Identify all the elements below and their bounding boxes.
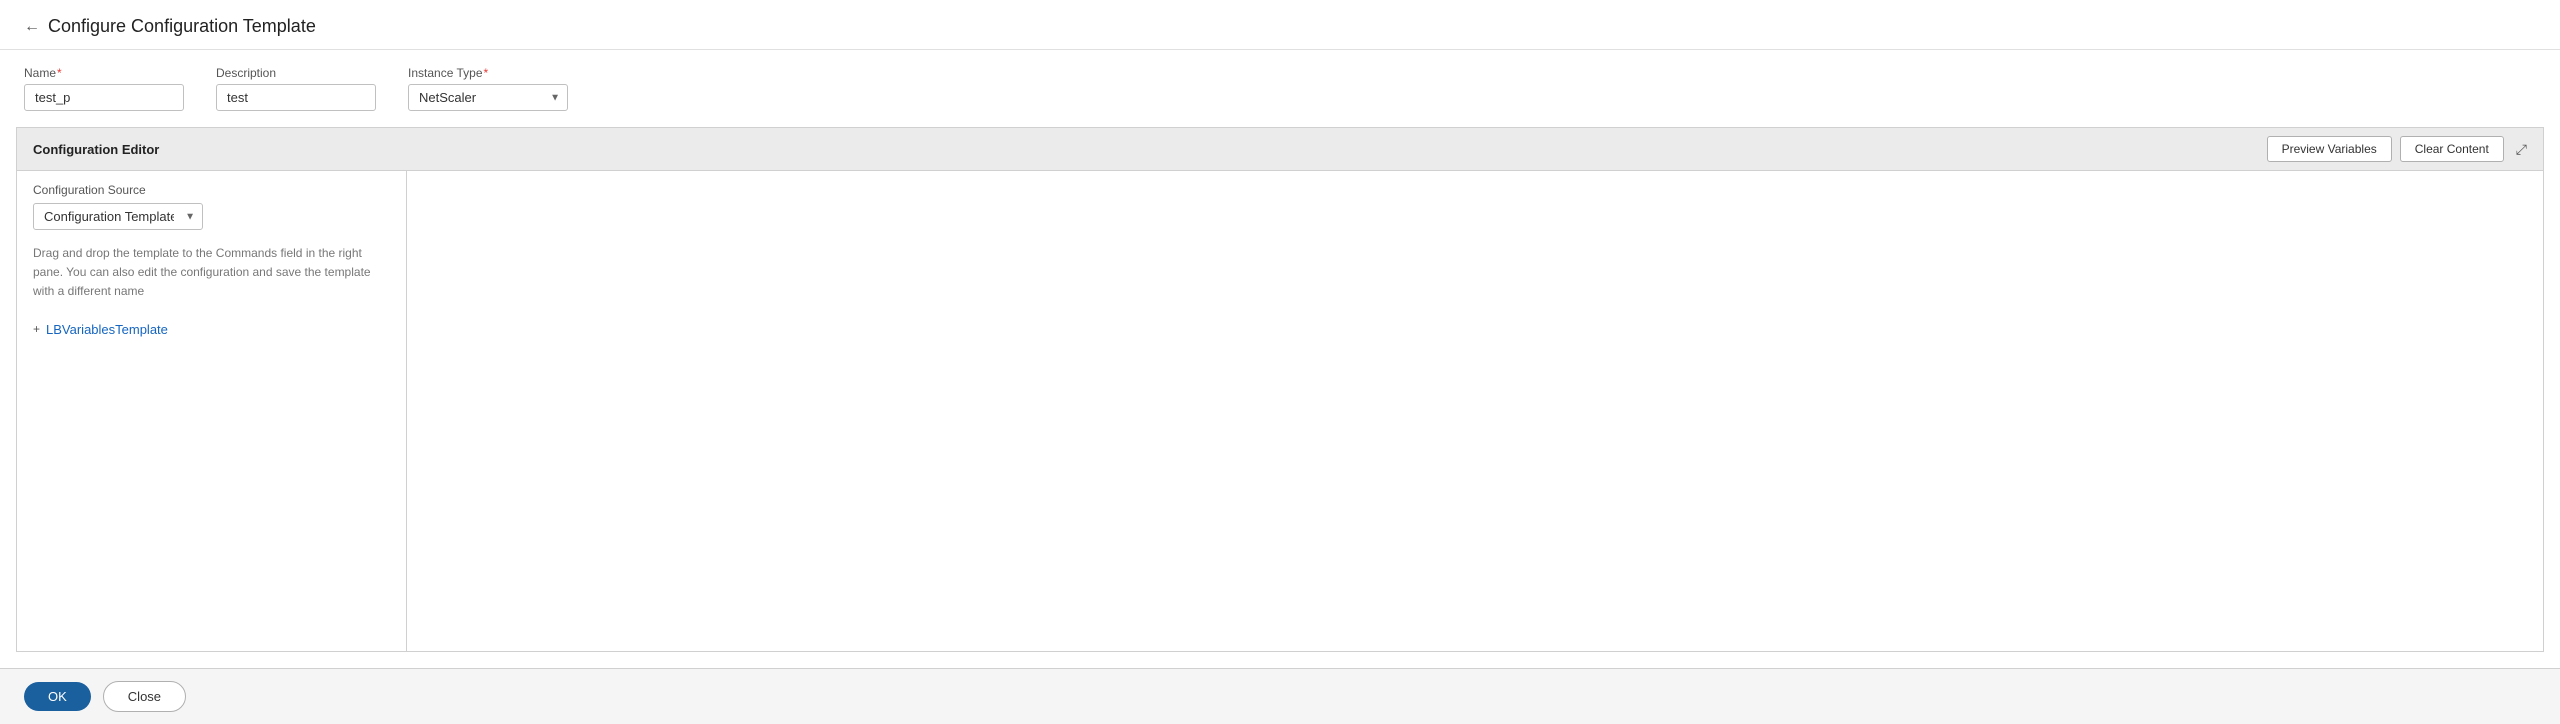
name-input[interactable] (24, 84, 184, 111)
back-arrow-icon[interactable]: ← (24, 18, 40, 36)
name-label: Name* (24, 66, 184, 80)
config-editor-header: Configuration Editor Preview Variables C… (17, 128, 2543, 171)
right-pane (407, 171, 2543, 651)
lb-variables-template-link[interactable]: LBVariablesTemplate (46, 322, 168, 337)
page-container: ← Configure Configuration Template Name*… (0, 0, 2560, 724)
description-label: Description (216, 66, 376, 80)
drag-hint-text: Drag and drop the template to the Comman… (33, 244, 390, 302)
template-plus-icon: + (33, 322, 40, 336)
form-area: Name* Description Instance Type* NetScal… (0, 50, 2560, 127)
config-source-select-wrapper: Configuration Template File ▼ (33, 203, 203, 230)
ok-button[interactable]: OK (24, 682, 91, 711)
editor-wrapper: Configuration Editor Preview Variables C… (0, 127, 2560, 668)
config-editor-title: Configuration Editor (33, 142, 159, 157)
clear-content-button[interactable]: Clear Content (2400, 136, 2504, 162)
expand-icon[interactable]: ⤢ (2516, 141, 2527, 158)
description-input[interactable] (216, 84, 376, 111)
page-title: Configure Configuration Template (48, 16, 316, 37)
name-field-group: Name* (24, 66, 184, 111)
preview-variables-button[interactable]: Preview Variables (2267, 136, 2392, 162)
page-footer: OK Close (0, 668, 2560, 724)
instance-type-field-group: Instance Type* NetScaler Other ▼ (408, 66, 568, 111)
instance-type-label: Instance Type* (408, 66, 568, 80)
close-button[interactable]: Close (103, 681, 186, 712)
config-source-label: Configuration Source (33, 183, 390, 197)
instance-type-select-wrapper: NetScaler Other ▼ (408, 84, 568, 111)
config-editor-body: Configuration Source Configuration Templ… (17, 171, 2543, 651)
template-item: + LBVariablesTemplate (33, 322, 390, 337)
left-pane: Configuration Source Configuration Templ… (17, 171, 407, 651)
description-field-group: Description (216, 66, 376, 111)
config-source-select[interactable]: Configuration Template File (33, 203, 203, 230)
instance-type-select[interactable]: NetScaler Other (408, 84, 568, 111)
page-header: ← Configure Configuration Template (0, 0, 2560, 50)
config-editor-section: Configuration Editor Preview Variables C… (16, 127, 2544, 652)
header-buttons: Preview Variables Clear Content ⤢ (2267, 136, 2527, 162)
